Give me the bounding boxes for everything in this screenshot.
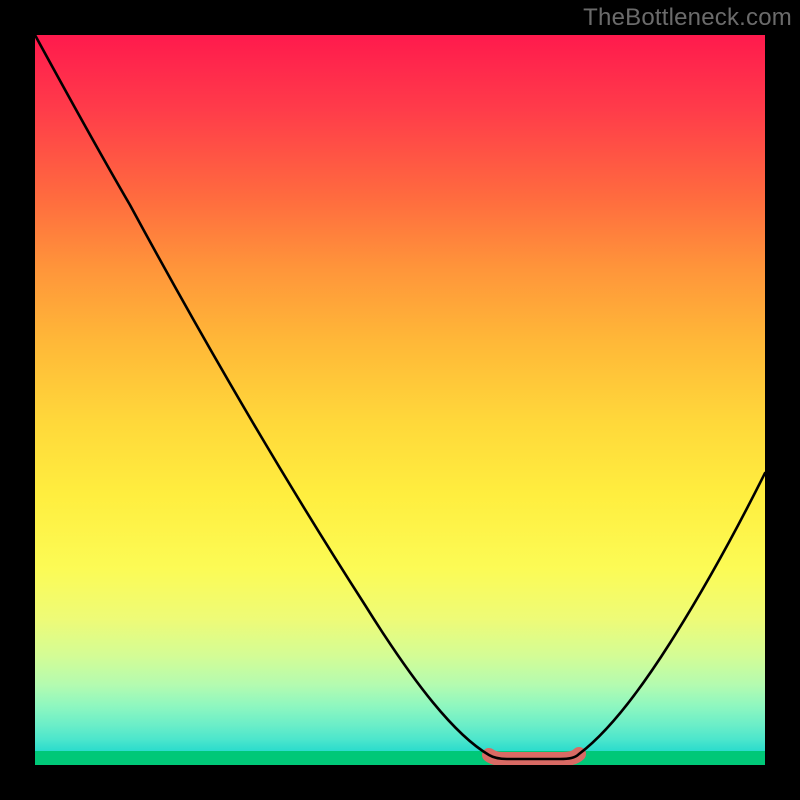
- bottleneck-curve-svg: [35, 35, 765, 765]
- plot-area: [35, 35, 765, 765]
- chart-frame: TheBottleneck.com: [0, 0, 800, 800]
- bottleneck-curve: [35, 35, 765, 759]
- watermark-text: TheBottleneck.com: [583, 4, 792, 32]
